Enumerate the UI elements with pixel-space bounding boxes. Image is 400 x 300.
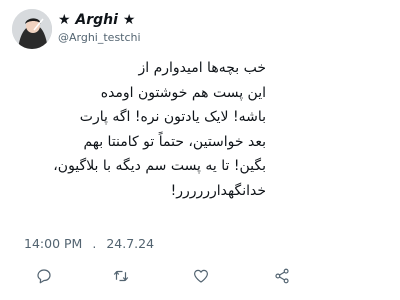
comment-icon [37, 269, 51, 284]
like-button[interactable] [189, 264, 213, 288]
tweet-line: باشه! لایک یادتون نره! اگه پارت [79, 109, 266, 125]
share-icon [275, 268, 289, 284]
tweet-text: خب بچه‌ها امیدوارم از این پست هم خوشتون … [14, 56, 266, 203]
user-handle[interactable]: @Arghi_testchi [58, 31, 141, 44]
retweet-button[interactable] [109, 264, 133, 288]
tweet-line: این پست هم خوشتون اومده [100, 84, 266, 101]
avatar[interactable] [12, 9, 52, 49]
tweet-line: خدانگهدارررررر! [170, 182, 266, 199]
share-button[interactable] [270, 264, 294, 288]
tweet-line: بعد خواستین، حتماً تو کامنتا بهم [83, 133, 266, 150]
display-name[interactable]: ★ Arghi ★ [58, 12, 135, 28]
avatar-image [12, 9, 52, 49]
action-bar [0, 264, 400, 290]
heart-icon [194, 269, 208, 283]
tweet-meta: 14:00 PM . 24.7.24 [24, 236, 154, 251]
reply-button[interactable] [32, 264, 56, 288]
tweet-date[interactable]: 24.7.24 [106, 236, 154, 251]
tweet-line: بگین! تا یه پست سم دیگه با بلاگیون، [53, 158, 266, 174]
tweet-line: خب بچه‌ها امیدوارم از [138, 60, 266, 76]
retweet-icon [113, 270, 129, 282]
meta-separator: . [92, 236, 97, 251]
tweet-time[interactable]: 14:00 PM [24, 236, 82, 251]
